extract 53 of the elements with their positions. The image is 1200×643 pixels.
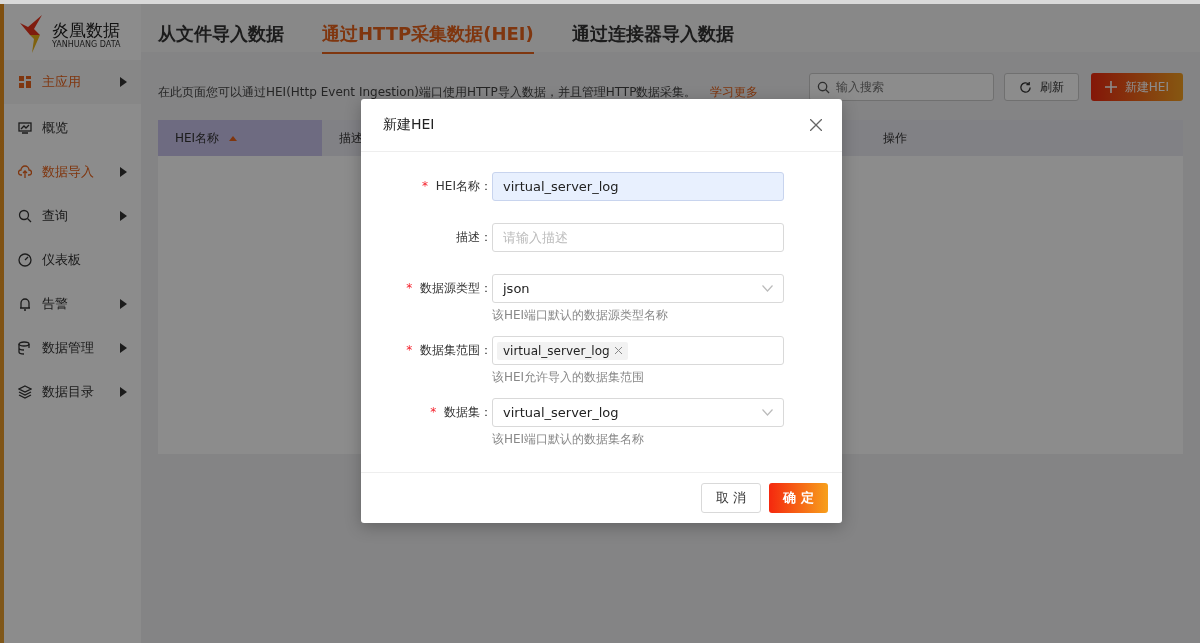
remove-icon[interactable]	[614, 347, 622, 354]
refresh-icon	[1018, 80, 1032, 94]
sidebar-item[interactable]: 数据导入	[4, 150, 141, 194]
search-field[interactable]: 输入搜索	[808, 73, 994, 101]
chevron-down-icon	[762, 285, 773, 292]
sidebar-item[interactable]: 告警	[4, 282, 141, 326]
sidebar-item[interactable]: 数据管理	[4, 326, 141, 370]
logo-subtitle: YANHUANG DATA	[52, 39, 121, 49]
close-icon[interactable]	[810, 119, 822, 131]
help-text: 该HEI端口默认的数据源类型名称	[492, 307, 670, 324]
grid-icon	[18, 75, 32, 89]
select-field[interactable]: virtual_server_log	[492, 398, 784, 427]
gauge-icon	[18, 253, 32, 267]
caret-icon	[120, 77, 127, 87]
tag-select-field[interactable]: virtual_server_log	[492, 336, 784, 365]
field-label: HEI名称：	[435, 179, 492, 193]
layers-icon	[18, 385, 32, 399]
database-icon	[18, 341, 32, 355]
tab[interactable]: 通过连接器导入数据	[571, 22, 734, 52]
tab[interactable]: 从文件导入数据	[158, 22, 284, 52]
required-mark: *	[422, 179, 428, 193]
required-mark: *	[406, 343, 413, 357]
sidebar-item[interactable]: 仪表板	[4, 238, 141, 282]
dialog-title: 新建HEI	[383, 116, 435, 134]
help-text: 该HEI允许导入的数据集范围	[492, 369, 646, 386]
confirm-button[interactable]: 确 定	[769, 483, 828, 513]
plus-icon	[1104, 81, 1117, 93]
refresh-button[interactable]: 刷新	[1003, 73, 1079, 101]
monitor-icon	[18, 121, 32, 135]
field-label: 数据源类型：	[420, 281, 492, 295]
intro-text: 在此页面您可以通过HEI(Http Event Ingestion)端口使用HTTP导入数据，并且管理HTTP数据采集。 学习更多	[158, 83, 760, 101]
input-field[interactable]: 请输入描述	[492, 223, 784, 252]
sort-up-icon	[229, 135, 238, 141]
field-label: 描述：	[456, 230, 492, 244]
help-text: 该HEI端口默认的数据集名称	[492, 431, 646, 448]
input-field[interactable]: virtual_server_log	[492, 172, 784, 201]
sidebar-item[interactable]: 查询	[4, 194, 141, 238]
bell-icon	[18, 297, 32, 311]
logo-name: 炎凰数据	[52, 19, 121, 40]
search-icon	[18, 209, 32, 223]
column-header[interactable]: HEI名称	[158, 120, 322, 156]
sidebar-item[interactable]: 数据目录	[4, 370, 141, 414]
cancel-button[interactable]: 取 消	[701, 483, 762, 513]
chevron-down-icon	[762, 409, 773, 416]
tag: virtual_server_log	[497, 341, 628, 360]
field-label: 数据集范围：	[420, 343, 492, 357]
required-mark: *	[430, 405, 437, 419]
field-label: 数据集：	[444, 405, 492, 419]
sidebar-item[interactable]: 概览	[4, 106, 141, 150]
upload-icon	[18, 165, 32, 179]
required-mark: *	[406, 281, 413, 295]
column-header[interactable]: 操作	[866, 120, 1183, 156]
select-field[interactable]: json	[492, 274, 784, 303]
